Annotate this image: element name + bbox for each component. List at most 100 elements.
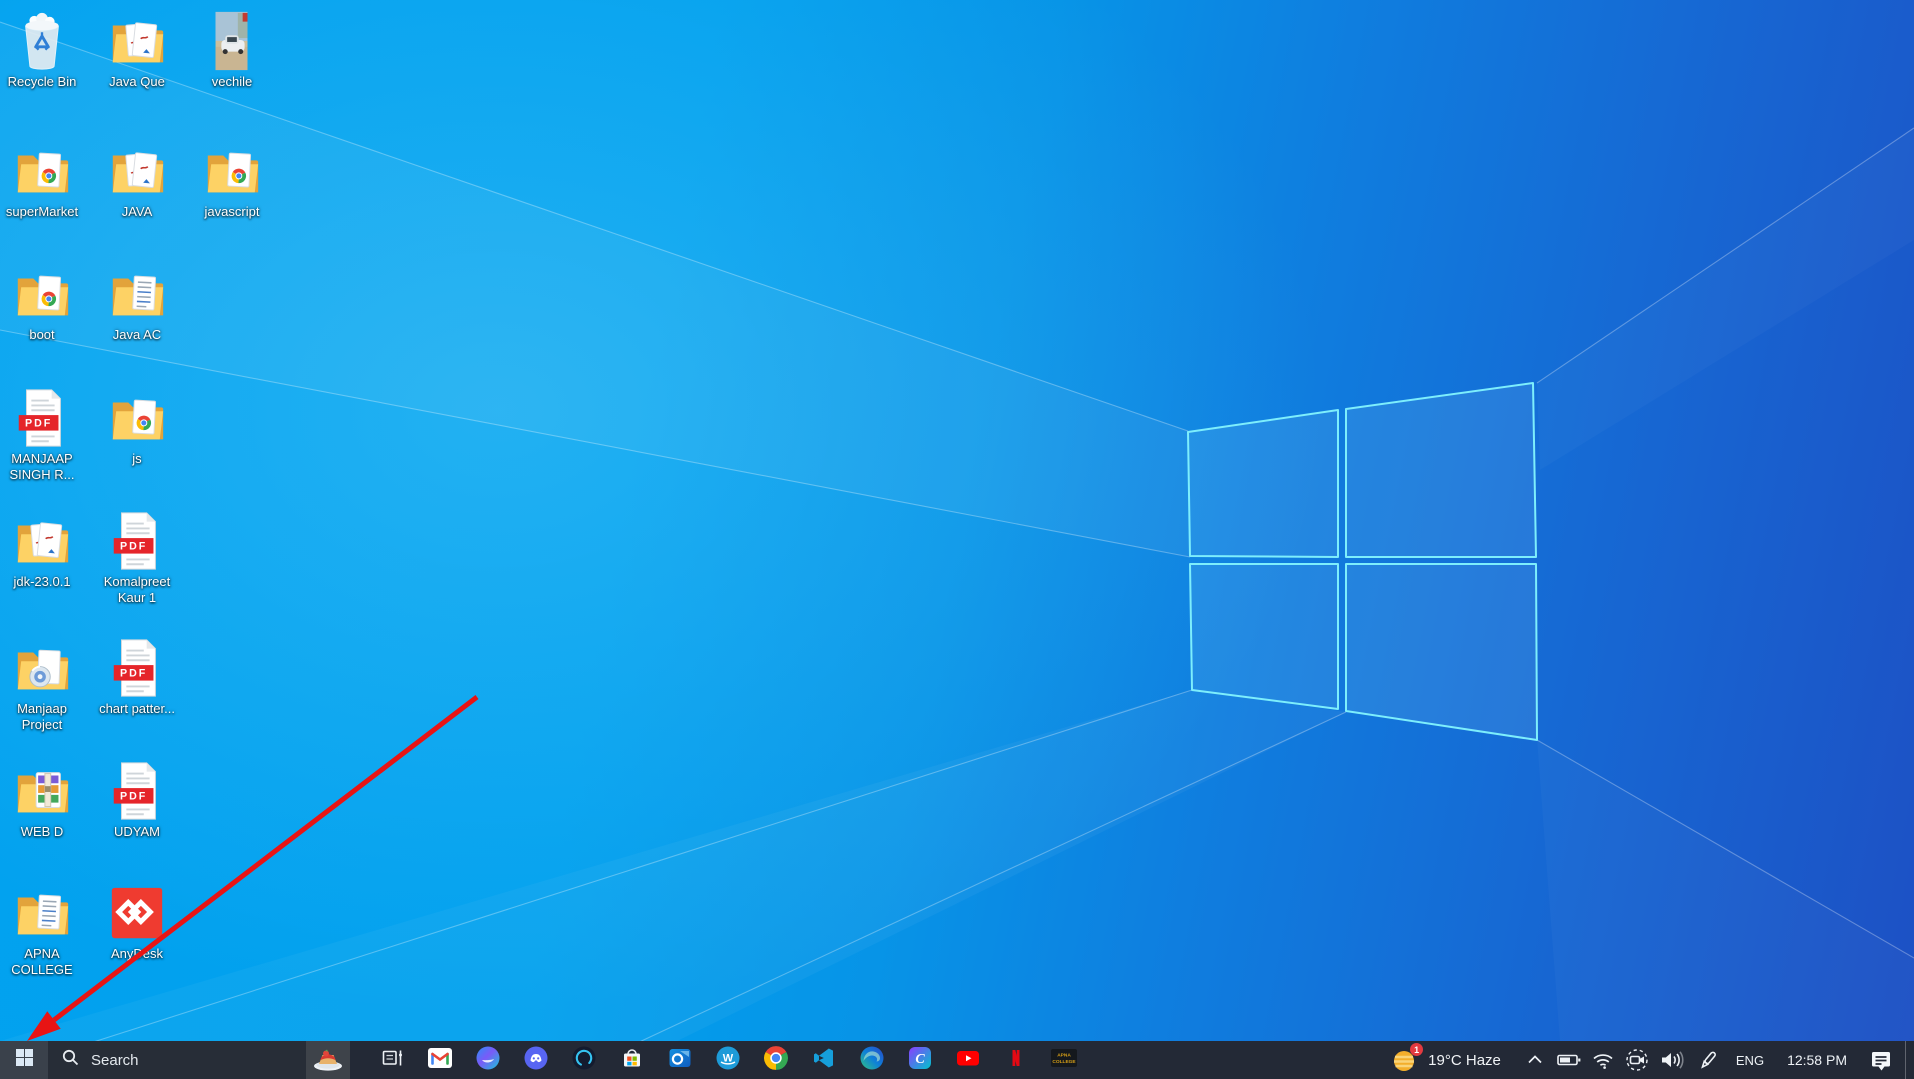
chevron-up-icon [1524,1049,1546,1071]
desktop-icon-udyam[interactable]: PDFUDYAM [95,758,179,840]
notification-badge: 1 [1410,1043,1423,1056]
folder-icon [10,138,74,202]
photo-icon [200,8,264,72]
desktop-icon-java-ac[interactable]: Java AC [95,261,179,343]
taskbar-copilot-button[interactable] [464,1041,512,1079]
discord-icon [523,1045,549,1076]
desktop-icon-boot[interactable]: boot [0,261,84,343]
desktop-icon-label: javascript [190,204,274,220]
desktop-icon-label: js [95,451,179,467]
taskbar-search-box[interactable]: Search [48,1041,306,1079]
folder-icon [10,261,74,325]
chrome-icon [763,1045,789,1076]
desktop-icon-manjaap-project[interactable]: Manjaap Project [0,635,84,733]
taskbar-apna-college-app-button[interactable]: APNACOLLEGE [1040,1041,1088,1079]
folder-icon [10,758,74,822]
store-icon [619,1045,645,1076]
svg-text:PDF: PDF [120,541,147,553]
copilot-icon [475,1045,501,1076]
desktop-icon-label: AnyDesk [95,946,179,962]
taskbar-alexa-button[interactable] [560,1041,608,1079]
folder-icon [10,880,74,944]
taskbar-chrome-button[interactable] [752,1041,800,1079]
meet-now-button[interactable] [1621,1041,1653,1079]
desktop-icon-label: boot [0,327,84,343]
desktop-icon-label: vechile [190,74,274,90]
show-desktop-button[interactable] [1905,1041,1912,1079]
desktop-icon-label: Java AC [95,327,179,343]
meet-now-camera-icon [1624,1048,1650,1072]
taskbar-outlook-button[interactable] [656,1041,704,1079]
desktop-icon-label: APNA COLLEGE [0,946,84,978]
volume-icon [1659,1049,1687,1071]
desktop-icon-recycle-bin[interactable]: Recycle Bin [0,8,84,90]
action-center-button[interactable] [1860,1041,1902,1079]
taskbar-microsoft-store-button[interactable] [608,1041,656,1079]
weather-widget-button[interactable]: 1 19°C Haze [1381,1046,1517,1074]
folder-icon [10,508,74,572]
desktop-icon-vechile[interactable]: vechile [190,8,274,90]
desktop-icon-javascript[interactable]: javascript [190,138,274,220]
desktop-icon-label: superMarket [0,204,84,220]
pdf-icon: PDF [105,758,169,822]
system-tray: 1 19°C Haze [1381,1041,1914,1079]
windows-ink-button[interactable] [1693,1041,1723,1079]
taskbar-news-widget-button[interactable] [306,1041,350,1079]
folder-icon [105,385,169,449]
desktop: Recycle Bin Java Que vechile superMarket JAV… [0,0,1914,1079]
svg-text:COLLEGE: COLLEGE [1052,1059,1076,1065]
taskbar-wave-button[interactable]: W [704,1041,752,1079]
bin-icon [10,8,74,72]
weather-haze-icon: 1 [1391,1046,1419,1074]
folder-icon [105,138,169,202]
apna-icon: APNACOLLEGE [1050,1045,1078,1076]
wave-icon: W [715,1045,741,1076]
start-button[interactable] [0,1041,48,1079]
folder-icon [105,261,169,325]
windows-logo-icon [16,1049,33,1071]
taskbar-netflix-button[interactable] [992,1041,1040,1079]
taskbar-task-view-button[interactable] [368,1041,416,1079]
desktop-icon-komalpreet-kaur-1[interactable]: PDF Komalpreet Kaur 1 [95,508,179,606]
anydesk-icon [105,880,169,944]
svg-text:C: C [915,1052,925,1067]
taskbar-youtube-button[interactable] [944,1041,992,1079]
desktop-icon-js[interactable]: js [95,385,179,467]
desktop-icon-supermarket[interactable]: superMarket [0,138,84,220]
weather-condition-text: Haze [1466,1052,1501,1069]
desktop-icon-label: MANJAAP SINGH R... [0,451,84,483]
desktop-icon-label: Komalpreet Kaur 1 [95,574,179,606]
desktop-icon-chart-pattern[interactable]: PDFchart patter... [95,635,179,717]
search-icon [62,1049,79,1071]
hidden-icons-chevron-button[interactable] [1520,1041,1550,1079]
svg-text:APNA: APNA [1057,1052,1071,1058]
desktop-icon-label: Manjaap Project [0,701,84,733]
wifi-icon [1591,1049,1615,1071]
desktop-icon-label: Java Que [95,74,179,90]
folder-icon [10,635,74,699]
svg-text:W: W [723,1052,734,1064]
battery-button[interactable] [1553,1041,1585,1079]
desktop-icon-jdk-23-0-1[interactable]: jdk-23.0.1 [0,508,84,590]
taskbar-gmail-button[interactable] [416,1041,464,1079]
desktop-icon-anydesk[interactable]: AnyDesk [95,880,179,962]
desktop-icon-apna-college[interactable]: APNA COLLEGE [0,880,84,978]
netflix-icon [1003,1045,1029,1076]
taskbar-vscode-button[interactable] [800,1041,848,1079]
svg-text:PDF: PDF [120,791,147,803]
desktop-icon-java-que[interactable]: Java Que [95,8,179,90]
edge-icon [859,1045,885,1076]
language-indicator[interactable]: ENG [1726,1041,1774,1079]
wifi-button[interactable] [1588,1041,1618,1079]
battery-icon [1556,1049,1582,1071]
volume-button[interactable] [1656,1041,1690,1079]
clock[interactable]: 12:58 PM [1777,1041,1857,1079]
language-text: ENG [1736,1053,1764,1068]
taskbar-edge-button[interactable] [848,1041,896,1079]
desktop-icon-manjaap-singh-resume[interactable]: PDFMANJAAP SINGH R... [0,385,84,483]
desktop-icon-web-d[interactable]: WEB D [0,758,84,840]
taskbar-canva-button[interactable]: C [896,1041,944,1079]
desktop-icon-java[interactable]: JAVA [95,138,179,220]
svg-text:PDF: PDF [120,668,147,680]
taskbar-discord-button[interactable] [512,1041,560,1079]
